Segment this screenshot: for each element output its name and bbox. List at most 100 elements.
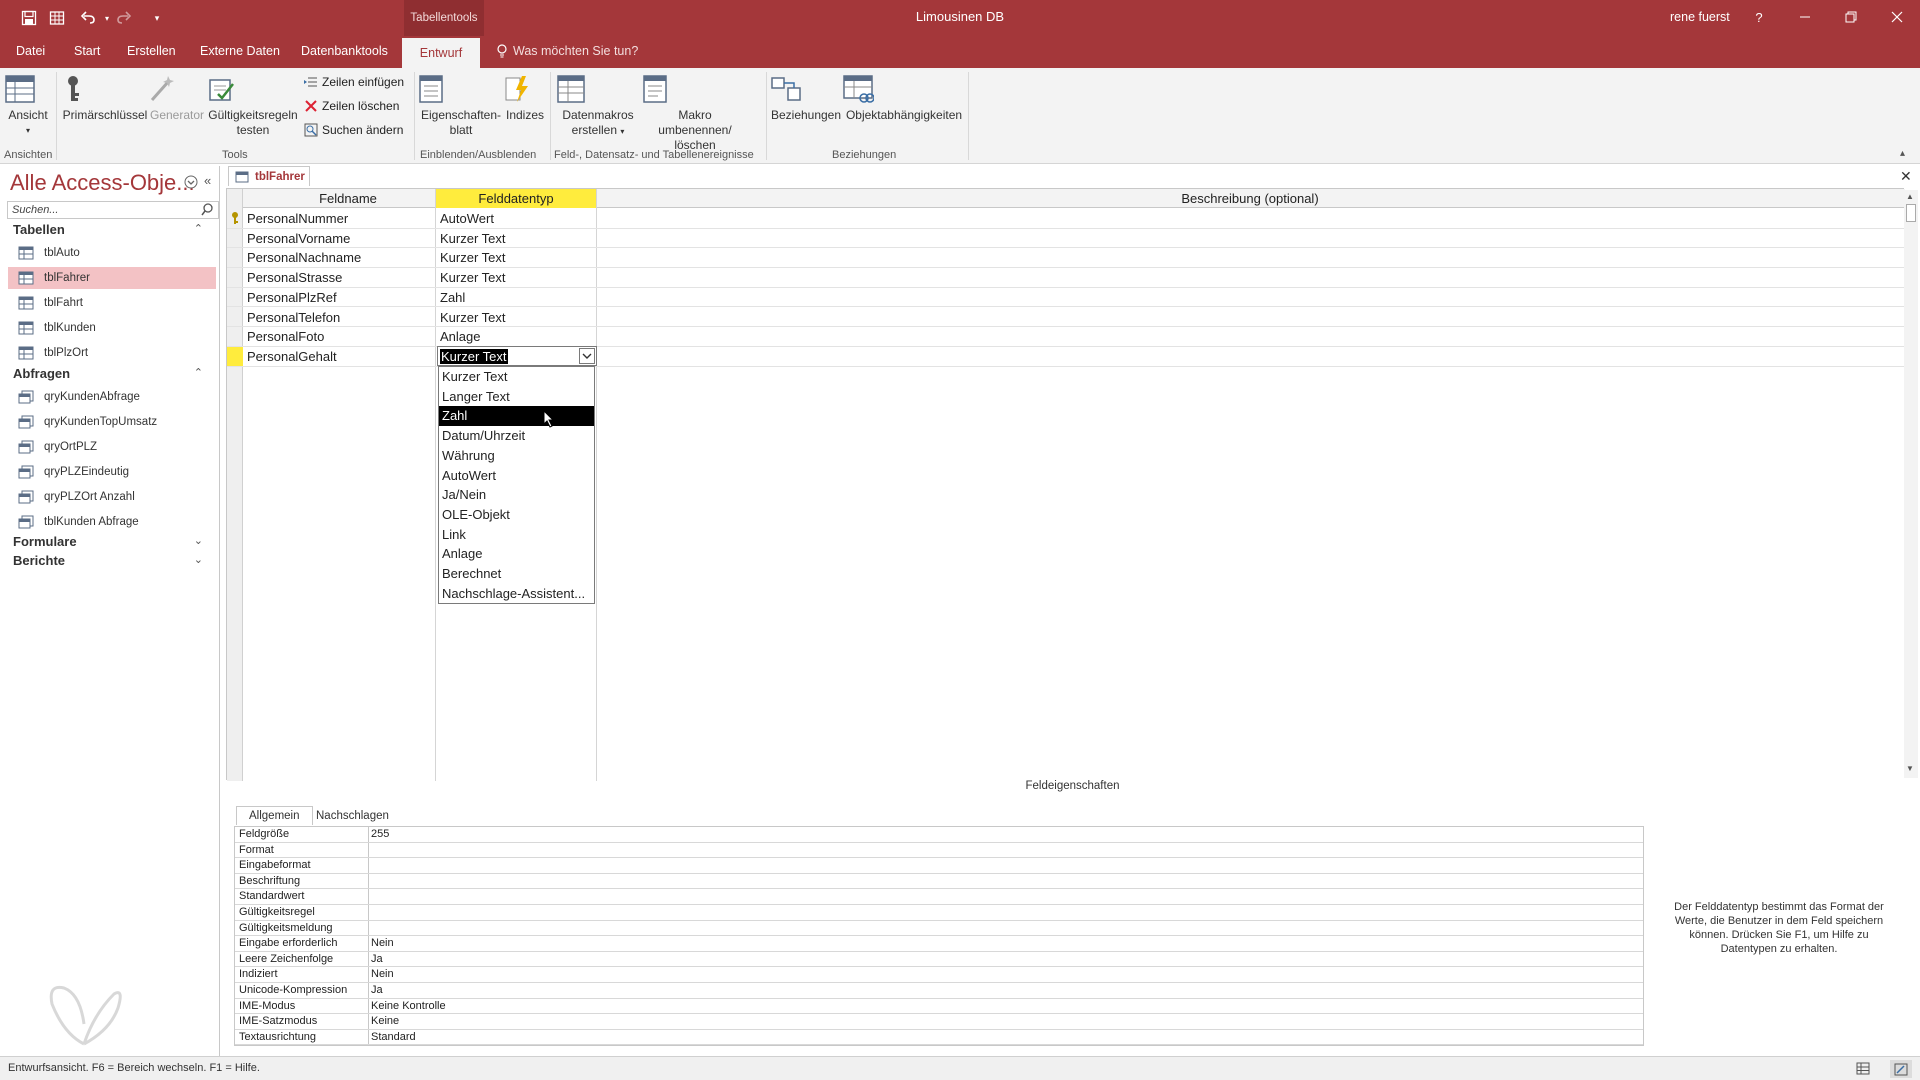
redo-icon[interactable] (112, 7, 134, 29)
tab-datenbanktools[interactable]: Datenbanktools (301, 44, 388, 58)
property-row[interactable]: IME-Modus Keine Kontrolle (235, 999, 1643, 1015)
option-anlage[interactable]: Anlage (439, 544, 594, 564)
close-button[interactable] (1874, 0, 1920, 34)
option-kurzer-text[interactable]: Kurzer Text (439, 367, 594, 387)
property-row[interactable]: Standardwert (235, 889, 1643, 905)
property-row[interactable]: Indiziert Nein (235, 967, 1643, 983)
property-value[interactable]: Nein (371, 968, 394, 980)
field-name[interactable]: PersonalNachname (247, 250, 361, 265)
nav-item-query[interactable]: qryKundenAbfrage (8, 386, 216, 408)
header-felddatentyp[interactable]: Felddatentyp (436, 189, 596, 208)
scroll-up-icon[interactable]: ▲ (1906, 192, 1914, 201)
table-row[interactable]: PersonalTelefon Kurzer Text (227, 308, 1905, 328)
property-row[interactable]: IME-Satzmodus Keine (235, 1014, 1643, 1030)
nav-item-query[interactable]: qryKundenTopUmsatz (8, 411, 216, 433)
property-row[interactable]: Gültigkeitsmeldung (235, 921, 1643, 937)
property-row[interactable]: Feldgröße 255 (235, 827, 1643, 843)
option-ole-objekt[interactable]: OLE-Objekt (439, 505, 594, 525)
datasheet-view-icon[interactable] (1856, 1062, 1870, 1075)
primaerschluessel-button[interactable]: Primärschlüssel (62, 74, 148, 123)
field-type[interactable]: Zahl (440, 290, 465, 305)
indizes-button[interactable]: Indizes (504, 74, 546, 123)
nav-pane-title[interactable]: Alle Access-Obje... (10, 170, 195, 196)
field-name[interactable]: PersonalStrasse (247, 270, 342, 285)
option-waehrung[interactable]: Währung (439, 446, 594, 466)
nav-item-tblauto[interactable]: tblAuto (8, 242, 216, 264)
property-row[interactable]: Eingabe erforderlich Nein (235, 936, 1643, 952)
ansicht-button[interactable]: Ansicht ▾ (4, 74, 52, 138)
property-value[interactable]: Nein (371, 937, 394, 949)
property-row[interactable]: Textausrichtung Standard (235, 1030, 1643, 1046)
option-nachschlage-assistent[interactable]: Nachschlage-Assistent... (439, 584, 594, 604)
option-link[interactable]: Link (439, 525, 594, 545)
field-name[interactable]: PersonalGehalt (247, 349, 337, 364)
objektabhaengigkeiten-button[interactable]: Objektabhängigkeiten (842, 74, 966, 123)
option-ja-nein[interactable]: Ja/Nein (439, 485, 594, 505)
table-row[interactable]: PersonalNummer AutoWert (227, 209, 1905, 229)
nav-search-input[interactable]: Suchen... (7, 201, 219, 219)
datenmakros-erstellen-button[interactable]: Datenmakros erstellen ▾ (556, 74, 640, 139)
tab-externe-daten[interactable]: Externe Daten (200, 44, 280, 58)
field-type[interactable]: Kurzer Text (440, 231, 506, 246)
save-icon[interactable] (18, 7, 40, 29)
property-row[interactable]: Beschriftung (235, 874, 1643, 890)
shutter-bar-close-icon[interactable]: « (204, 173, 211, 188)
nav-item-tblfahrt[interactable]: tblFahrt (8, 292, 216, 314)
property-row[interactable]: Eingabeformat (235, 858, 1643, 874)
field-type[interactable]: Kurzer Text (440, 270, 506, 285)
restore-button[interactable] (1828, 0, 1874, 34)
suchen-aendern-button[interactable]: Suchen ändern (304, 123, 403, 137)
table-row[interactable]: PersonalStrasse Kurzer Text (227, 268, 1905, 288)
table-row[interactable]: PersonalFoto Anlage (227, 327, 1905, 347)
eigenschaftenblatt-button[interactable]: Eigenschaften- blatt (418, 74, 504, 138)
field-type[interactable]: Anlage (440, 329, 480, 344)
tab-entwurf[interactable]: Entwurf (402, 38, 480, 68)
tab-allgemein[interactable]: Allgemein (236, 806, 313, 825)
property-row[interactable]: Unicode-Kompression Ja (235, 983, 1643, 999)
scroll-down-icon[interactable]: ▼ (1906, 764, 1914, 773)
collapse-ribbon-icon[interactable]: ▴ (1900, 148, 1905, 159)
table-view-icon[interactable] (46, 7, 68, 29)
nav-menu-dropdown-icon[interactable] (184, 175, 198, 189)
option-datum-uhrzeit[interactable]: Datum/Uhrzeit (439, 426, 594, 446)
nav-item-tblfahrer[interactable]: tblFahrer (8, 267, 216, 289)
design-view-status-icon[interactable] (1890, 1060, 1912, 1078)
field-type[interactable]: Kurzer Text (440, 250, 506, 265)
makro-umbenennen-button[interactable]: Makro umbenennen/ löschen (640, 74, 750, 153)
user-name[interactable]: rene fuerst (1670, 10, 1730, 24)
zeilen-loeschen-button[interactable]: Zeilen löschen (304, 99, 399, 113)
nav-item-tblkunden[interactable]: tblKunden (8, 317, 216, 339)
vertical-scrollbar[interactable]: ▲ ▼ (1904, 190, 1918, 778)
property-row[interactable]: Leere Zeichenfolge Ja (235, 952, 1643, 968)
option-berechnet[interactable]: Berechnet (439, 564, 594, 584)
datatype-combobox[interactable]: Kurzer Text (437, 346, 597, 366)
option-zahl[interactable]: Zahl (439, 406, 594, 427)
nav-section-berichte[interactable]: Berichte ⌄ (13, 553, 213, 568)
option-autowert[interactable]: AutoWert (439, 466, 594, 486)
customize-qat-icon[interactable]: ▾ (146, 7, 168, 29)
property-value[interactable]: Ja (371, 984, 383, 996)
header-beschreibung[interactable]: Beschreibung (optional) (596, 189, 1904, 208)
property-value[interactable]: Keine Kontrolle (371, 1000, 446, 1012)
nav-section-tabellen[interactable]: Tabellen ⌃ (13, 222, 213, 237)
property-value[interactable]: Ja (371, 953, 383, 965)
property-row[interactable]: Format (235, 843, 1643, 859)
table-row[interactable]: PersonalVorname Kurzer Text (227, 229, 1905, 249)
field-name[interactable]: PersonalNummer (247, 211, 348, 226)
tab-start[interactable]: Start (74, 44, 100, 58)
generator-button[interactable]: Generator (148, 74, 206, 123)
nav-item-tblplzort[interactable]: tblPlzOrt (8, 342, 216, 364)
field-name[interactable]: PersonalTelefon (247, 310, 340, 325)
beziehungen-button[interactable]: Beziehungen (770, 74, 842, 123)
field-name[interactable]: PersonalPlzRef (247, 290, 337, 305)
nav-item-query[interactable]: tblKunden Abfrage (8, 511, 216, 533)
nav-item-query[interactable]: qryPLZOrt Anzahl (8, 486, 216, 508)
help-button[interactable]: ? (1736, 0, 1782, 34)
chevron-down-icon[interactable] (579, 348, 595, 364)
scroll-thumb[interactable] (1906, 204, 1916, 222)
nav-item-query[interactable]: qryOrtPLZ (8, 436, 216, 458)
zeilen-einfuegen-button[interactable]: Zeilen einfügen (304, 75, 404, 89)
field-name[interactable]: PersonalVorname (247, 231, 350, 246)
search-icon[interactable] (201, 203, 214, 216)
property-value[interactable]: Standard (371, 1031, 416, 1043)
